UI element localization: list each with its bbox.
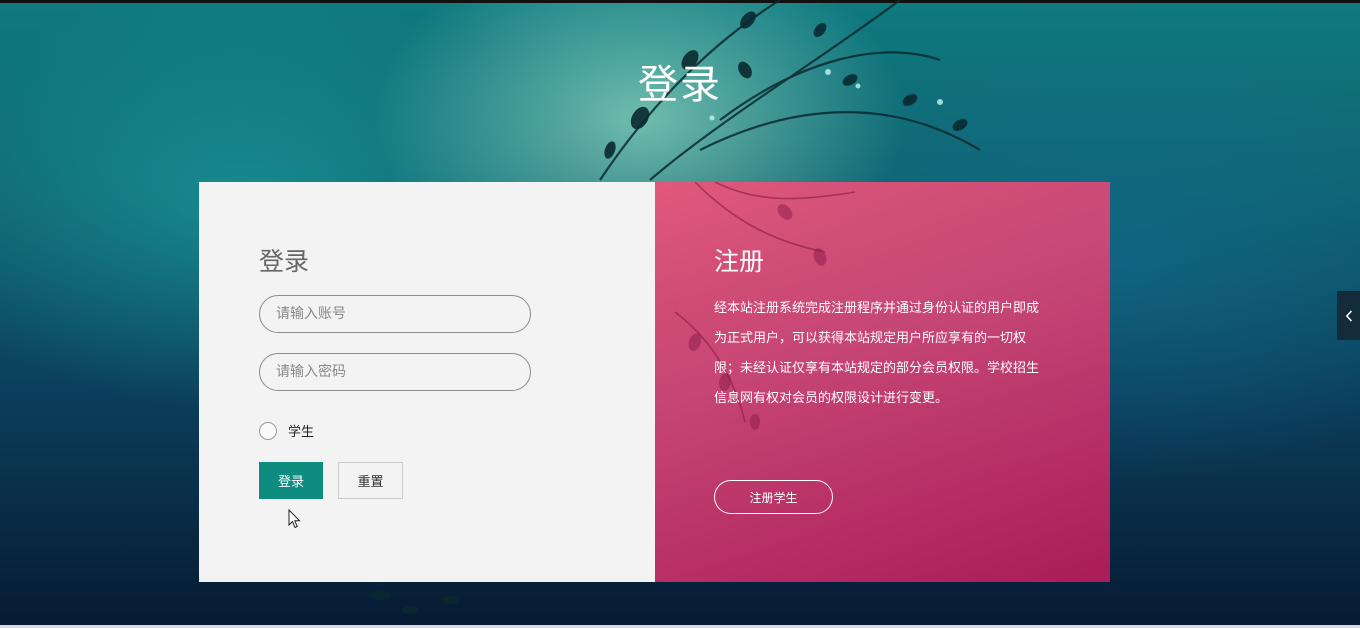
reset-button[interactable]: 重置 [338, 462, 403, 499]
account-input[interactable] [259, 295, 531, 333]
student-radio[interactable] [259, 421, 277, 440]
password-input[interactable] [259, 353, 531, 391]
page-title: 登录 [638, 62, 722, 108]
auth-card: 登录 学生 登录 重置 [199, 182, 1110, 582]
register-student-button[interactable]: 注册学生 [714, 480, 833, 514]
login-panel: 登录 学生 登录 重置 [199, 182, 655, 582]
register-panel: 注册 经本站注册系统完成注册程序并通过身份认证的用户即成为正式用户，可以获得本站… [655, 182, 1110, 582]
login-page: 登录 登录 学生 登录 重置 [0, 0, 1360, 628]
side-toggle-button[interactable] [1337, 291, 1360, 340]
role-option-student[interactable]: 学生 [259, 421, 314, 440]
login-heading: 登录 [259, 247, 310, 276]
register-heading: 注册 [714, 247, 765, 276]
register-description: 经本站注册系统完成注册程序并通过身份认证的用户即成为正式用户，可以获得本站规定用… [714, 301, 1040, 406]
mouse-pointer-icon [288, 509, 301, 529]
chevron-left-icon [1345, 309, 1352, 322]
login-button[interactable]: 登录 [259, 462, 323, 499]
student-radio-label: 学生 [288, 425, 315, 440]
